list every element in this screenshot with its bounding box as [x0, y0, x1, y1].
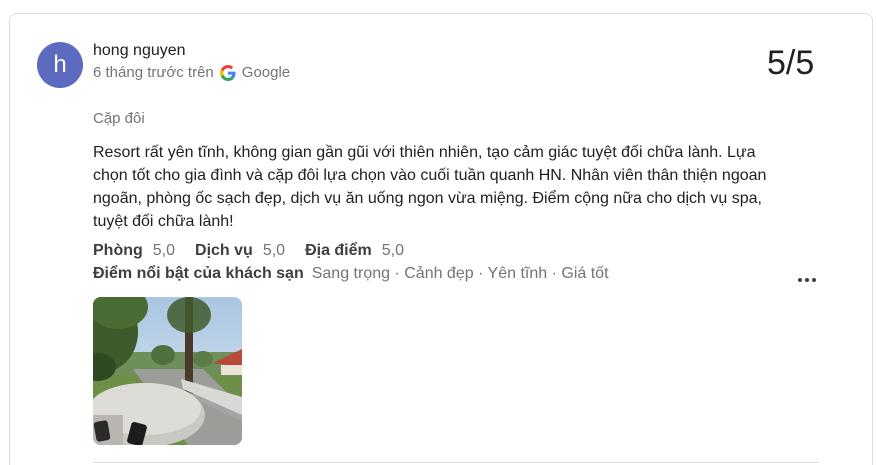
- subrating-room: Phòng 5,0: [93, 242, 175, 260]
- subrating-location: Địa điểm 5,0: [305, 242, 404, 260]
- photo-image: [93, 297, 242, 445]
- review-text: Resort rất yên tĩnh, không gian gần gũi …: [93, 144, 767, 230]
- highlights-values: Sang trọng · Cảnh đẹp · Yên tĩnh · Giá t…: [311, 265, 609, 282]
- more-options-button[interactable]: [790, 266, 824, 294]
- divider: [93, 462, 819, 463]
- subrating-value: 5,0: [152, 242, 176, 259]
- trip-type: Cặp đôi: [93, 110, 145, 127]
- subrating-label: Địa điểm: [305, 242, 372, 259]
- subrating-service: Dịch vụ 5,0: [195, 242, 285, 260]
- subrating-label: Dịch vụ: [195, 242, 253, 259]
- avatar[interactable]: h: [37, 42, 83, 88]
- subrating-value: 5,0: [381, 242, 404, 259]
- more-horiz-icon: [798, 278, 802, 282]
- review-rating: 5/5: [767, 44, 815, 82]
- subrating-value: 5,0: [262, 242, 286, 259]
- review-photo[interactable]: [93, 297, 242, 445]
- google-icon: [219, 64, 236, 81]
- hotel-highlights: Điểm nổi bật của khách sạn Sang trọng · C…: [93, 265, 609, 283]
- subratings: Phòng 5,0 Dịch vụ 5,0 Địa điểm 5,0: [93, 242, 424, 260]
- subrating-label: Phòng: [93, 242, 143, 259]
- review-meta: 6 tháng trước trên Google: [93, 64, 290, 81]
- review-time: 6 tháng trước trên: [93, 64, 214, 81]
- highlights-label: Điểm nổi bật của khách sạn: [93, 265, 304, 282]
- review-source: Google: [241, 64, 291, 81]
- reviewer-name[interactable]: hong nguyen: [93, 42, 186, 60]
